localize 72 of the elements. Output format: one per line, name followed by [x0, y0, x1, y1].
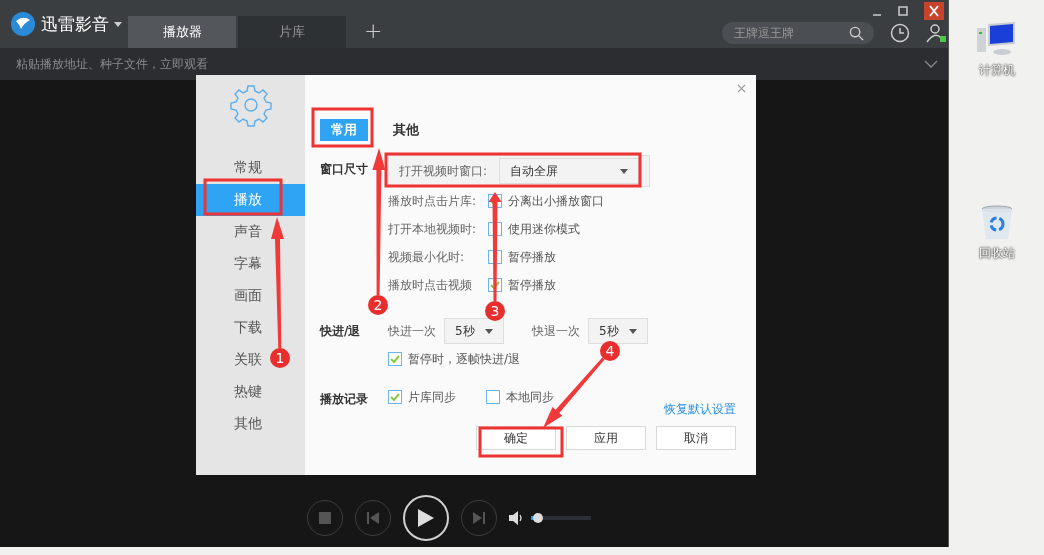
address-field[interactable]: 粘贴播放地址、种子文件，立即观看	[0, 48, 948, 80]
seek-step-dropdown[interactable]: 5秒	[588, 318, 648, 344]
option-label: 视频最小化时:	[388, 248, 466, 266]
recycle-bin-icon[interactable]	[980, 205, 1013, 241]
search-input[interactable]: 王牌逗王牌	[732, 25, 849, 41]
chevron-icon[interactable]	[924, 60, 938, 68]
app-name[interactable]: 迅雷影音	[41, 12, 109, 36]
checkbox[interactable]	[486, 390, 500, 404]
clock-icon[interactable]	[890, 23, 910, 43]
computer-icon[interactable]	[976, 22, 1017, 58]
settings-nav-item[interactable]: 下载	[196, 312, 305, 344]
seek-step-dropdown[interactable]: 5秒	[444, 318, 504, 344]
checkbox-label[interactable]: 暂停播放	[508, 248, 556, 266]
checkbox-label[interactable]: 本地同步	[506, 388, 554, 406]
speaker-icon[interactable]	[509, 511, 523, 525]
highlight-frame	[311, 107, 374, 148]
desktop-icon-label[interactable]: 回收站	[978, 245, 1015, 262]
section-title: 播放记录	[320, 391, 369, 408]
search-field[interactable]: 王牌逗王牌	[722, 22, 874, 44]
annotation-arrow	[543, 357, 605, 428]
volume-slider[interactable]	[531, 516, 591, 520]
close-icon[interactable]	[924, 2, 944, 20]
option-label: 播放时点击视频	[388, 276, 473, 294]
option-label: 快进一次	[388, 322, 437, 340]
caret-icon[interactable]	[114, 21, 122, 27]
search-icon[interactable]	[849, 25, 864, 41]
maximize-icon[interactable]	[898, 6, 908, 16]
step-marker: 1	[270, 348, 290, 368]
settings-nav-item[interactable]: 画面	[196, 280, 305, 312]
address-input[interactable]: 粘贴播放地址、种子文件，立即观看	[14, 56, 924, 72]
dialog-button[interactable]: 取消	[656, 426, 736, 450]
settings-nav-item[interactable]: 字幕	[196, 248, 305, 280]
settings-nav-item[interactable]: 其他	[196, 408, 305, 440]
dialog-button[interactable]: 应用	[566, 426, 646, 450]
stop-icon	[319, 512, 331, 524]
option-label: 打开视频时窗口:	[399, 162, 489, 180]
section-title: 窗口尺寸	[320, 161, 369, 178]
close-icon[interactable]	[737, 84, 746, 93]
add-tab-button[interactable]: +	[358, 12, 389, 48]
previous-icon	[367, 512, 379, 524]
checkbox-label[interactable]: 暂停播放	[508, 276, 556, 294]
checkbox-label[interactable]: 分离出小播放窗口	[508, 192, 604, 210]
play-icon	[418, 509, 434, 527]
caret-icon	[629, 328, 637, 334]
checkbox[interactable]	[388, 390, 402, 404]
tab[interactable]: 片库	[238, 16, 346, 48]
section-title: 快进/退	[320, 323, 362, 340]
gear-icon	[228, 83, 273, 127]
logo-icon	[10, 11, 36, 37]
caret-icon	[485, 328, 493, 334]
settings-nav-item[interactable]: 声音	[196, 216, 305, 248]
option-label: 打开本地视频时:	[388, 220, 478, 238]
play-button[interactable]	[403, 495, 449, 541]
checkbox-label[interactable]: 片库同步	[408, 388, 456, 406]
settings-nav-item[interactable]: 常规	[196, 152, 305, 184]
user-icon[interactable]	[926, 23, 948, 43]
settings-nav-item[interactable]: 热键	[196, 376, 305, 408]
option-label: 快退一次	[532, 322, 581, 340]
tab[interactable]: 其他	[382, 119, 430, 141]
dialog-button[interactable]: 确定	[476, 426, 556, 450]
checkbox[interactable]	[388, 352, 402, 366]
step-marker: 4	[600, 341, 620, 361]
next-icon	[473, 512, 485, 524]
window-size-dropdown[interactable]: 自动全屏	[499, 158, 639, 184]
step-marker: 3	[485, 301, 505, 321]
tab[interactable]: 播放器	[128, 16, 236, 48]
checkbox-label[interactable]: 使用迷你模式	[508, 220, 580, 238]
option-label: 播放时点击片库:	[388, 192, 478, 210]
step-marker: 2	[368, 295, 388, 315]
checkbox-label[interactable]: 暂停时，逐帧快进/退	[408, 350, 521, 368]
desktop-icon-label[interactable]: 计算机	[978, 62, 1015, 79]
caret-icon	[620, 168, 628, 174]
